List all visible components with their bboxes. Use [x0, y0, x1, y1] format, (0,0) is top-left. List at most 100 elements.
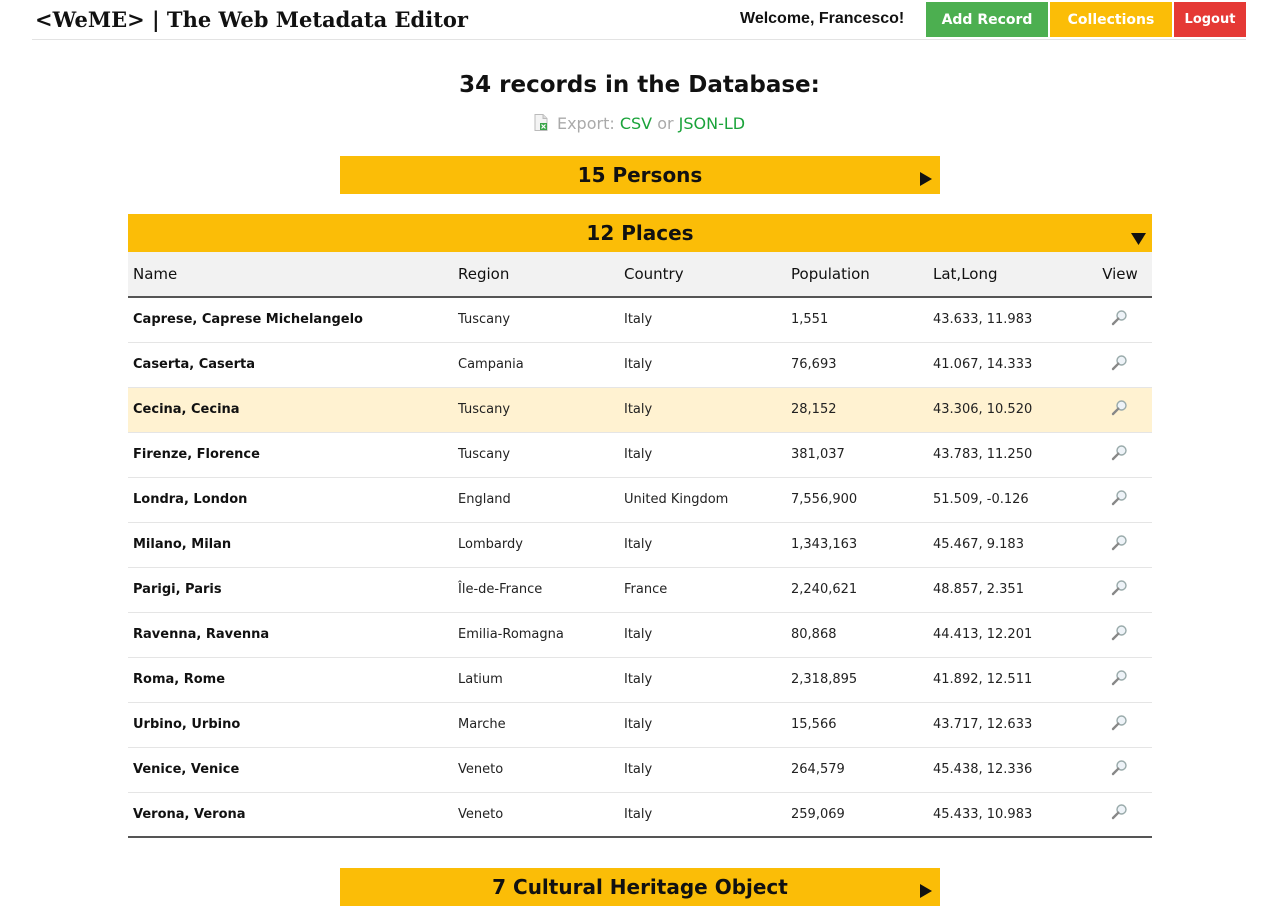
place-latlong: 45.433, 10.983 [928, 792, 1088, 838]
records-count-title: 34 records in the Database: [459, 72, 820, 98]
column-header-view: View [1088, 252, 1152, 298]
magnifier-icon[interactable] [1111, 669, 1129, 687]
places-category-bar[interactable]: 12 Places [128, 214, 1152, 252]
place-latlong: 45.467, 9.183 [928, 522, 1088, 568]
place-population: 259,069 [786, 792, 928, 838]
place-region: Campania [453, 342, 619, 388]
place-country: Italy [619, 747, 786, 793]
export-label: Export: [556, 114, 615, 133]
place-country: Italy [619, 297, 786, 343]
place-latlong: 43.306, 10.520 [928, 387, 1088, 433]
spreadsheet-file-icon [534, 114, 548, 131]
place-latlong: 48.857, 2.351 [928, 567, 1088, 613]
table-row[interactable]: Urbino, Urbino Marche Italy 15,566 43.71… [128, 702, 1152, 748]
place-country: France [619, 567, 786, 613]
magnifier-icon[interactable] [1111, 714, 1129, 732]
magnifier-icon[interactable] [1111, 534, 1129, 552]
place-population: 1,551 [786, 297, 928, 343]
place-name: Caserta, Caserta [128, 342, 453, 388]
place-name: Parigi, Paris [128, 567, 453, 613]
magnifier-icon[interactable] [1111, 309, 1129, 327]
column-header-name[interactable]: Name [128, 252, 453, 298]
table-row[interactable]: Roma, Rome Latium Italy 2,318,895 41.892… [128, 657, 1152, 703]
table-row[interactable]: Venice, Venice Veneto Italy 264,579 45.4… [128, 747, 1152, 793]
table-row[interactable]: Milano, Milan Lombardy Italy 1,343,163 4… [128, 522, 1152, 568]
place-latlong: 43.633, 11.983 [928, 297, 1088, 343]
place-latlong: 51.509, -0.126 [928, 477, 1088, 523]
place-region: Tuscany [453, 387, 619, 433]
place-region: Veneto [453, 792, 619, 838]
place-region: Marche [453, 702, 619, 748]
place-latlong: 44.413, 12.201 [928, 612, 1088, 658]
place-name: Milano, Milan [128, 522, 453, 568]
place-name: Firenze, Florence [128, 432, 453, 478]
place-population: 80,868 [786, 612, 928, 658]
persons-category-label: 15 Persons [577, 163, 703, 187]
magnifier-icon[interactable] [1111, 354, 1129, 372]
place-population: 15,566 [786, 702, 928, 748]
table-row[interactable]: Ravenna, Ravenna Emilia-Romagna Italy 80… [128, 612, 1152, 658]
table-row[interactable]: Verona, Verona Veneto Italy 259,069 45.4… [128, 792, 1152, 838]
magnifier-icon[interactable] [1111, 579, 1129, 597]
table-row[interactable]: Caserta, Caserta Campania Italy 76,693 4… [128, 342, 1152, 388]
export-csv-link[interactable]: CSV [620, 114, 652, 133]
app-title[interactable]: <WeME> | The Web Metadata Editor [35, 7, 468, 32]
place-latlong: 43.783, 11.250 [928, 432, 1088, 478]
place-population: 28,152 [786, 387, 928, 433]
export-jsonld-link[interactable]: JSON-LD [679, 114, 745, 133]
place-region: Tuscany [453, 297, 619, 343]
place-country: Italy [619, 342, 786, 388]
place-name: Urbino, Urbino [128, 702, 453, 748]
magnifier-icon[interactable] [1111, 759, 1129, 777]
column-header-latlong[interactable]: Lat,Long [928, 252, 1088, 298]
place-population: 1,343,163 [786, 522, 928, 568]
place-name: Venice, Venice [128, 747, 453, 793]
table-row[interactable]: Londra, London England United Kingdom 7,… [128, 477, 1152, 523]
place-latlong: 45.438, 12.336 [928, 747, 1088, 793]
place-region: Latium [453, 657, 619, 703]
place-name: Roma, Rome [128, 657, 453, 703]
places-category-label: 12 Places [586, 221, 694, 245]
place-population: 76,693 [786, 342, 928, 388]
magnifier-icon[interactable] [1111, 444, 1129, 462]
triangle-right-icon [920, 879, 932, 903]
place-country: United Kingdom [619, 477, 786, 523]
places-table: Name Region Country Population Lat,Long … [128, 252, 1152, 838]
place-country: Italy [619, 792, 786, 838]
place-name: Ravenna, Ravenna [128, 612, 453, 658]
column-header-region[interactable]: Region [453, 252, 619, 298]
place-region: Lombardy [453, 522, 619, 568]
persons-category-bar[interactable]: 15 Persons [340, 156, 940, 194]
place-country: Italy [619, 612, 786, 658]
collections-button[interactable]: Collections [1050, 2, 1172, 37]
place-latlong: 41.892, 12.511 [928, 657, 1088, 703]
place-name: Londra, London [128, 477, 453, 523]
magnifier-icon[interactable] [1111, 803, 1129, 821]
cultural-heritage-category-bar[interactable]: 7 Cultural Heritage Object [340, 868, 940, 906]
table-row[interactable]: Cecina, Cecina Tuscany Italy 28,152 43.3… [128, 387, 1152, 433]
column-header-country[interactable]: Country [619, 252, 786, 298]
magnifier-icon[interactable] [1111, 489, 1129, 507]
place-population: 2,318,895 [786, 657, 928, 703]
place-country: Italy [619, 657, 786, 703]
place-latlong: 43.717, 12.633 [928, 702, 1088, 748]
table-row[interactable]: Caprese, Caprese Michelangelo Tuscany It… [128, 297, 1152, 343]
table-row[interactable]: Firenze, Florence Tuscany Italy 381,037 … [128, 432, 1152, 478]
cultural-heritage-category-label: 7 Cultural Heritage Object [492, 875, 788, 899]
place-country: Italy [619, 432, 786, 478]
column-header-population[interactable]: Population [786, 252, 928, 298]
logout-button[interactable]: Logout [1174, 2, 1246, 37]
place-population: 2,240,621 [786, 567, 928, 613]
export-line: Export: CSV or JSON-LD [0, 114, 1279, 133]
place-population: 381,037 [786, 432, 928, 478]
place-country: Italy [619, 522, 786, 568]
place-region: Veneto [453, 747, 619, 793]
table-row[interactable]: Parigi, Paris Île-de-France France 2,240… [128, 567, 1152, 613]
magnifier-icon[interactable] [1111, 624, 1129, 642]
place-name: Caprese, Caprese Michelangelo [128, 297, 453, 343]
place-region: England [453, 477, 619, 523]
triangle-down-icon [1131, 226, 1146, 250]
place-region: Emilia-Romagna [453, 612, 619, 658]
add-record-button[interactable]: Add Record [926, 2, 1048, 37]
magnifier-icon[interactable] [1111, 399, 1129, 417]
